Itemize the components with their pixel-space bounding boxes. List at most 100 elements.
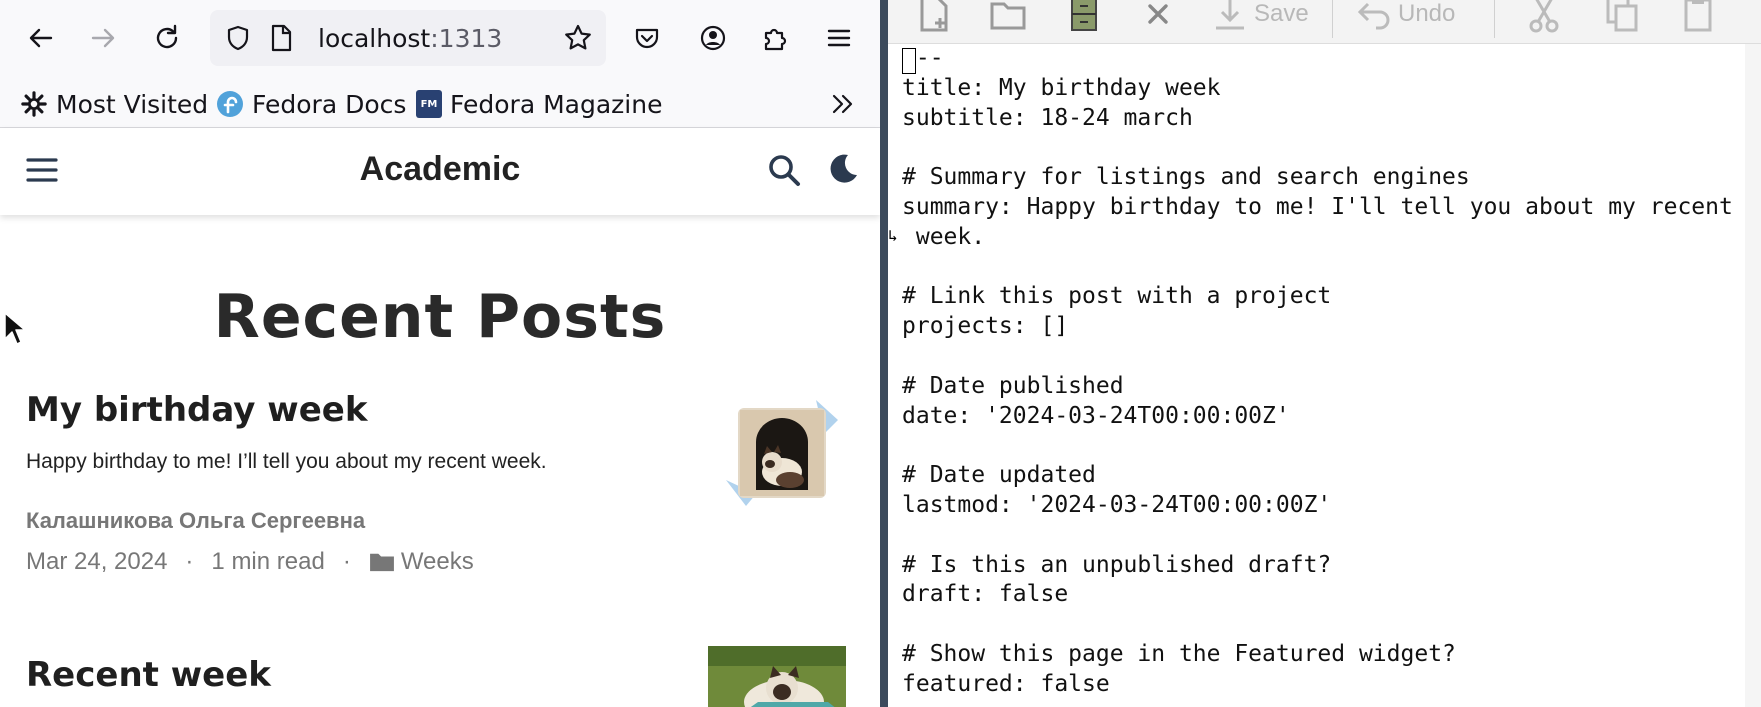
account-icon xyxy=(700,25,726,51)
paste-button[interactable] xyxy=(1678,0,1718,36)
cat-photo-image xyxy=(708,646,846,707)
post-date: Mar 24, 2024 xyxy=(26,548,168,575)
post-author[interactable]: Калашникова Ольга Сергеевна xyxy=(26,508,365,534)
gear-icon xyxy=(20,90,48,118)
search-icon xyxy=(769,155,800,186)
bookmark-most-visited[interactable]: Most Visited xyxy=(20,86,208,122)
cabinet-icon xyxy=(1071,0,1097,31)
fedora-magazine-icon: FM xyxy=(416,90,442,118)
post-thumbnail[interactable] xyxy=(708,646,846,707)
puzzle-icon xyxy=(764,28,787,51)
moon-icon xyxy=(830,154,857,183)
app-menu-button[interactable] xyxy=(816,18,862,58)
cut-button[interactable] xyxy=(1524,0,1564,36)
url-text: localhost:1313 xyxy=(318,24,503,53)
post-meta: Mar 24, 2024 · 1 min read · Weeks xyxy=(26,548,474,576)
arrow-left-icon xyxy=(29,28,53,48)
post-category[interactable]: Weeks xyxy=(401,548,474,576)
new-document-button[interactable] xyxy=(914,0,954,36)
arrow-right-icon xyxy=(91,28,115,48)
text-editor-window: Save Undo --- title: My birthday week subt… xyxy=(888,0,1761,707)
mouse-pointer-icon xyxy=(4,312,26,345)
pane-divider[interactable] xyxy=(880,0,888,707)
pocket-icon xyxy=(635,28,659,49)
browser-window: localhost:1313 Most Visited Fedora Docs xyxy=(0,0,880,707)
post-summary: Happy birthday to me! I’ll tell you abou… xyxy=(26,450,547,473)
url-bar[interactable]: localhost:1313 xyxy=(210,10,606,66)
bookmarks-toolbar: Most Visited Fedora Docs FM Fedora Magaz… xyxy=(0,78,880,128)
post-read-time: 1 min read xyxy=(211,548,325,575)
scissors-icon xyxy=(1529,0,1559,33)
post-title[interactable]: My birthday week xyxy=(26,390,367,430)
code-line: # Summary for listings and search engine… xyxy=(902,164,1470,191)
save-button[interactable]: Save xyxy=(1210,0,1309,36)
page-icon xyxy=(271,24,292,52)
undo-icon xyxy=(1357,2,1390,30)
code-line: lastmod: '2024-03-24T00:00:00Z' xyxy=(902,491,1332,518)
section-heading: Recent Posts xyxy=(213,282,667,352)
code-line: featured: false xyxy=(902,670,1110,697)
line-wrap-arrow-icon: ↳ xyxy=(888,226,898,245)
forward-button[interactable] xyxy=(80,18,126,58)
post-title[interactable]: Recent week xyxy=(26,655,271,695)
text-cursor xyxy=(902,48,916,74)
site-title[interactable]: Academic xyxy=(0,150,880,189)
code-line: date: '2024-03-24T00:00:00Z' xyxy=(902,402,1290,429)
code-line: # Is this an unpublished draft? xyxy=(902,551,1332,578)
editor-scrollbar[interactable] xyxy=(1745,44,1761,707)
hamburger-menu-icon xyxy=(827,29,851,47)
close-icon xyxy=(1148,4,1168,24)
code-line: # Link this post with a project xyxy=(902,283,1332,310)
toolbar-separator xyxy=(1494,0,1495,38)
bookmark-fedora-magazine[interactable]: FM Fedora Magazine xyxy=(416,86,662,122)
code-line: # Date published xyxy=(902,372,1124,399)
code-line: subtitle: 18-24 march xyxy=(902,104,1193,131)
copy-icon xyxy=(1606,0,1638,32)
extensions-button[interactable] xyxy=(752,18,798,58)
reload-button[interactable] xyxy=(144,18,190,58)
pocket-button[interactable] xyxy=(624,18,670,58)
theme-toggle-button[interactable] xyxy=(826,152,860,186)
bookmark-fedora-docs[interactable]: Fedora Docs xyxy=(216,86,406,122)
code-line: summary: Happy birthday to me! I'll tell… xyxy=(902,193,1733,220)
open-document-button[interactable] xyxy=(988,0,1028,36)
navigation-toolbar: localhost:1313 xyxy=(0,0,880,78)
editor-toolbar: Save Undo xyxy=(888,0,1761,44)
new-document-icon xyxy=(920,0,948,32)
bookmarks-overflow-button[interactable] xyxy=(828,86,858,122)
shield-icon[interactable] xyxy=(224,24,252,52)
code-line: title: My birthday week xyxy=(902,74,1221,101)
copy-button[interactable] xyxy=(1602,0,1642,36)
cat-photo-image xyxy=(726,400,838,506)
code-line: draft: false xyxy=(902,581,1069,608)
editor-text-area[interactable]: --- title: My birthday week subtitle: 18-2… xyxy=(902,44,1733,700)
site-header: Academic xyxy=(0,128,880,215)
bookmark-star-icon[interactable] xyxy=(562,22,594,54)
fedora-icon xyxy=(216,90,244,118)
account-button[interactable] xyxy=(690,18,736,58)
back-button[interactable] xyxy=(18,18,64,58)
code-line: # Date updated xyxy=(902,462,1096,489)
archive-button[interactable] xyxy=(1064,0,1104,36)
undo-button[interactable]: Undo xyxy=(1354,0,1455,36)
code-line: projects: [] xyxy=(902,313,1069,340)
site-search-button[interactable] xyxy=(766,152,802,188)
reload-icon xyxy=(156,24,178,49)
clipboard-icon xyxy=(1684,0,1712,32)
code-line: # Show this page in the Featured widget? xyxy=(902,640,1456,667)
folder-open-icon xyxy=(990,2,1026,30)
code-line: --- xyxy=(902,45,944,71)
close-button[interactable] xyxy=(1138,0,1178,36)
folder-icon xyxy=(369,553,394,572)
double-chevron-right-icon xyxy=(832,94,853,114)
toolbar-separator xyxy=(1332,0,1333,38)
download-icon xyxy=(1216,0,1244,30)
post-thumbnail[interactable] xyxy=(726,400,838,506)
meta-separator: · xyxy=(342,548,351,575)
